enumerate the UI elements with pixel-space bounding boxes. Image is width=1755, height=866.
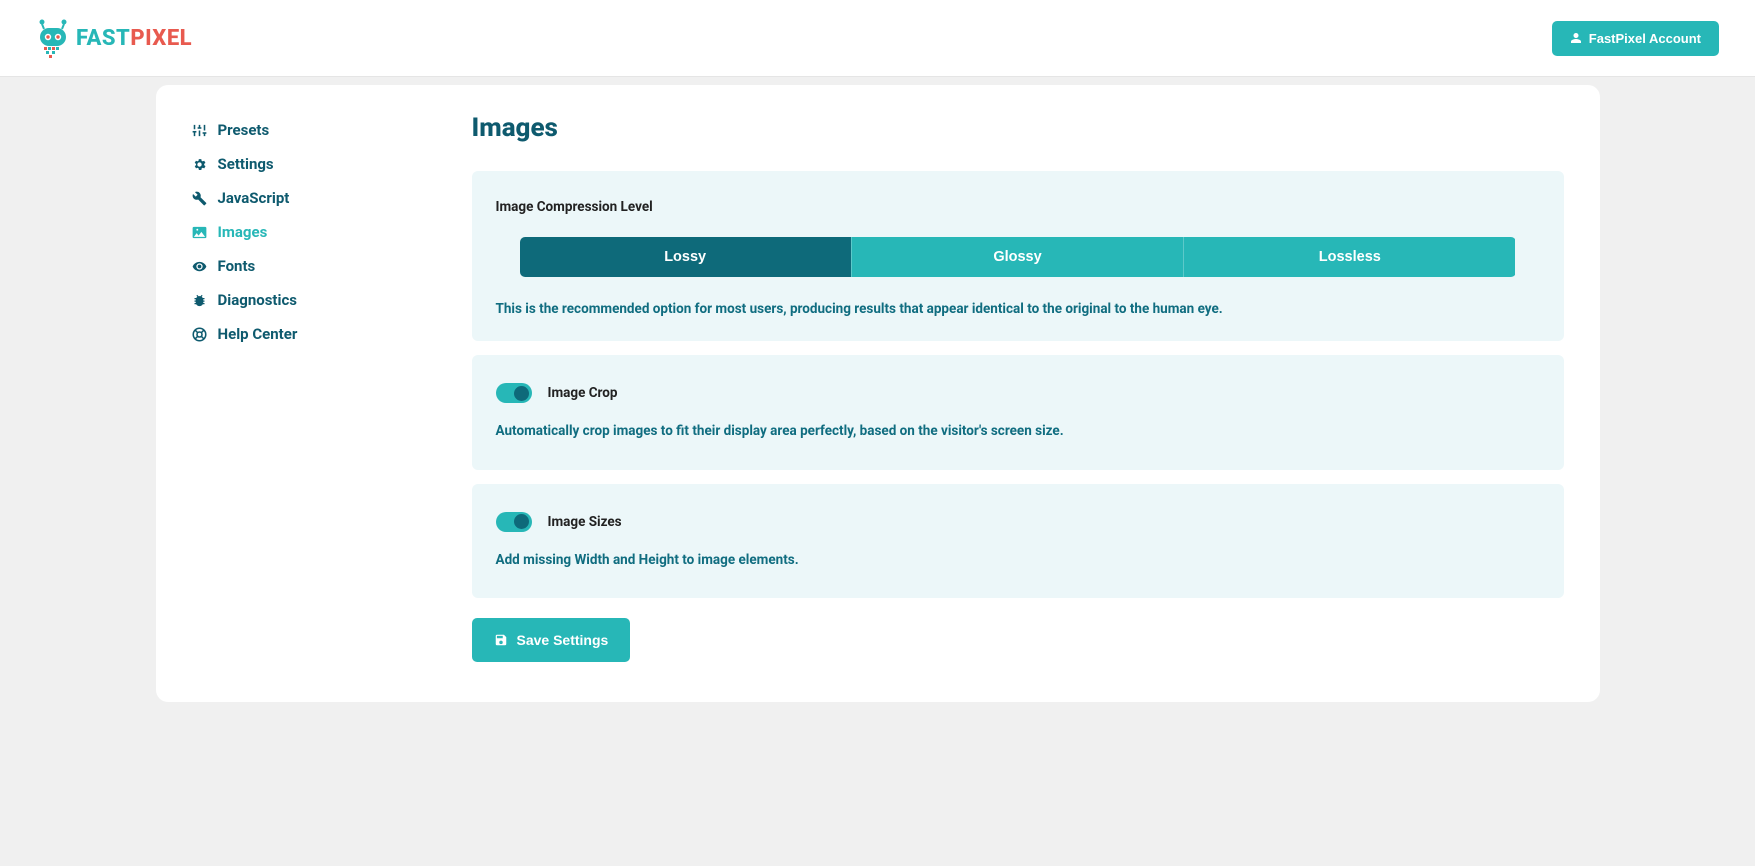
- sidebar-item-settings[interactable]: Settings: [192, 147, 412, 181]
- crop-panel: Image Crop Automatically crop images to …: [472, 355, 1564, 469]
- compression-option-glossy[interactable]: Glossy: [851, 237, 1183, 277]
- sidebar-item-help[interactable]: Help Center: [192, 317, 412, 351]
- save-label: Save Settings: [517, 632, 609, 648]
- sidebar-item-presets[interactable]: Presets: [192, 113, 412, 147]
- crop-title: Image Crop: [548, 385, 618, 401]
- page-title: Images: [472, 113, 1564, 143]
- sliders-icon: [192, 122, 208, 138]
- sidebar-item-label: Diagnostics: [218, 291, 297, 309]
- sidebar-item-fonts[interactable]: Fonts: [192, 249, 412, 283]
- robot-icon: [36, 18, 70, 58]
- user-icon: [1570, 32, 1582, 44]
- sidebar-item-images[interactable]: Images: [192, 215, 412, 249]
- sidebar: Presets Settings JavaScript Images: [192, 113, 412, 662]
- main-card: Presets Settings JavaScript Images: [156, 85, 1600, 702]
- compression-option-lossless[interactable]: Lossless: [1183, 237, 1515, 277]
- sidebar-item-label: Presets: [218, 121, 270, 139]
- sidebar-item-javascript[interactable]: JavaScript: [192, 181, 412, 215]
- life-ring-icon: [192, 326, 208, 342]
- crop-toggle[interactable]: [496, 383, 532, 403]
- sidebar-item-label: Help Center: [218, 325, 298, 343]
- sizes-description: Add missing Width and Height to image el…: [496, 550, 1540, 570]
- compression-segmented: Lossy Glossy Lossless: [520, 237, 1516, 277]
- gear-icon: [192, 156, 208, 172]
- compression-panel: Image Compression Level Lossy Glossy Los…: [472, 171, 1564, 341]
- logo[interactable]: FASTPIXEL: [36, 18, 192, 58]
- sizes-title: Image Sizes: [548, 514, 622, 530]
- sidebar-item-label: Images: [218, 223, 268, 241]
- header: FASTPIXEL FastPixel Account: [0, 0, 1755, 77]
- crop-description: Automatically crop images to fit their d…: [496, 421, 1540, 441]
- sidebar-item-diagnostics[interactable]: Diagnostics: [192, 283, 412, 317]
- sidebar-item-label: Settings: [218, 155, 274, 173]
- account-label: FastPixel Account: [1589, 31, 1701, 46]
- save-icon: [494, 633, 508, 647]
- sidebar-item-label: Fonts: [218, 257, 256, 275]
- compression-description: This is the recommended option for most …: [496, 299, 1540, 319]
- account-button[interactable]: FastPixel Account: [1552, 21, 1719, 56]
- eye-icon: [192, 258, 208, 274]
- sizes-panel: Image Sizes Add missing Width and Height…: [472, 484, 1564, 598]
- wrench-icon: [192, 190, 208, 206]
- compression-label: Image Compression Level: [496, 199, 1540, 215]
- bug-icon: [192, 292, 208, 308]
- sizes-toggle[interactable]: [496, 512, 532, 532]
- save-button[interactable]: Save Settings: [472, 618, 631, 662]
- main-content: Images Image Compression Level Lossy Glo…: [472, 113, 1564, 662]
- compression-option-lossy[interactable]: Lossy: [520, 237, 851, 277]
- image-icon: [192, 224, 208, 240]
- sidebar-item-label: JavaScript: [218, 189, 290, 207]
- logo-text: FASTPIXEL: [76, 26, 192, 51]
